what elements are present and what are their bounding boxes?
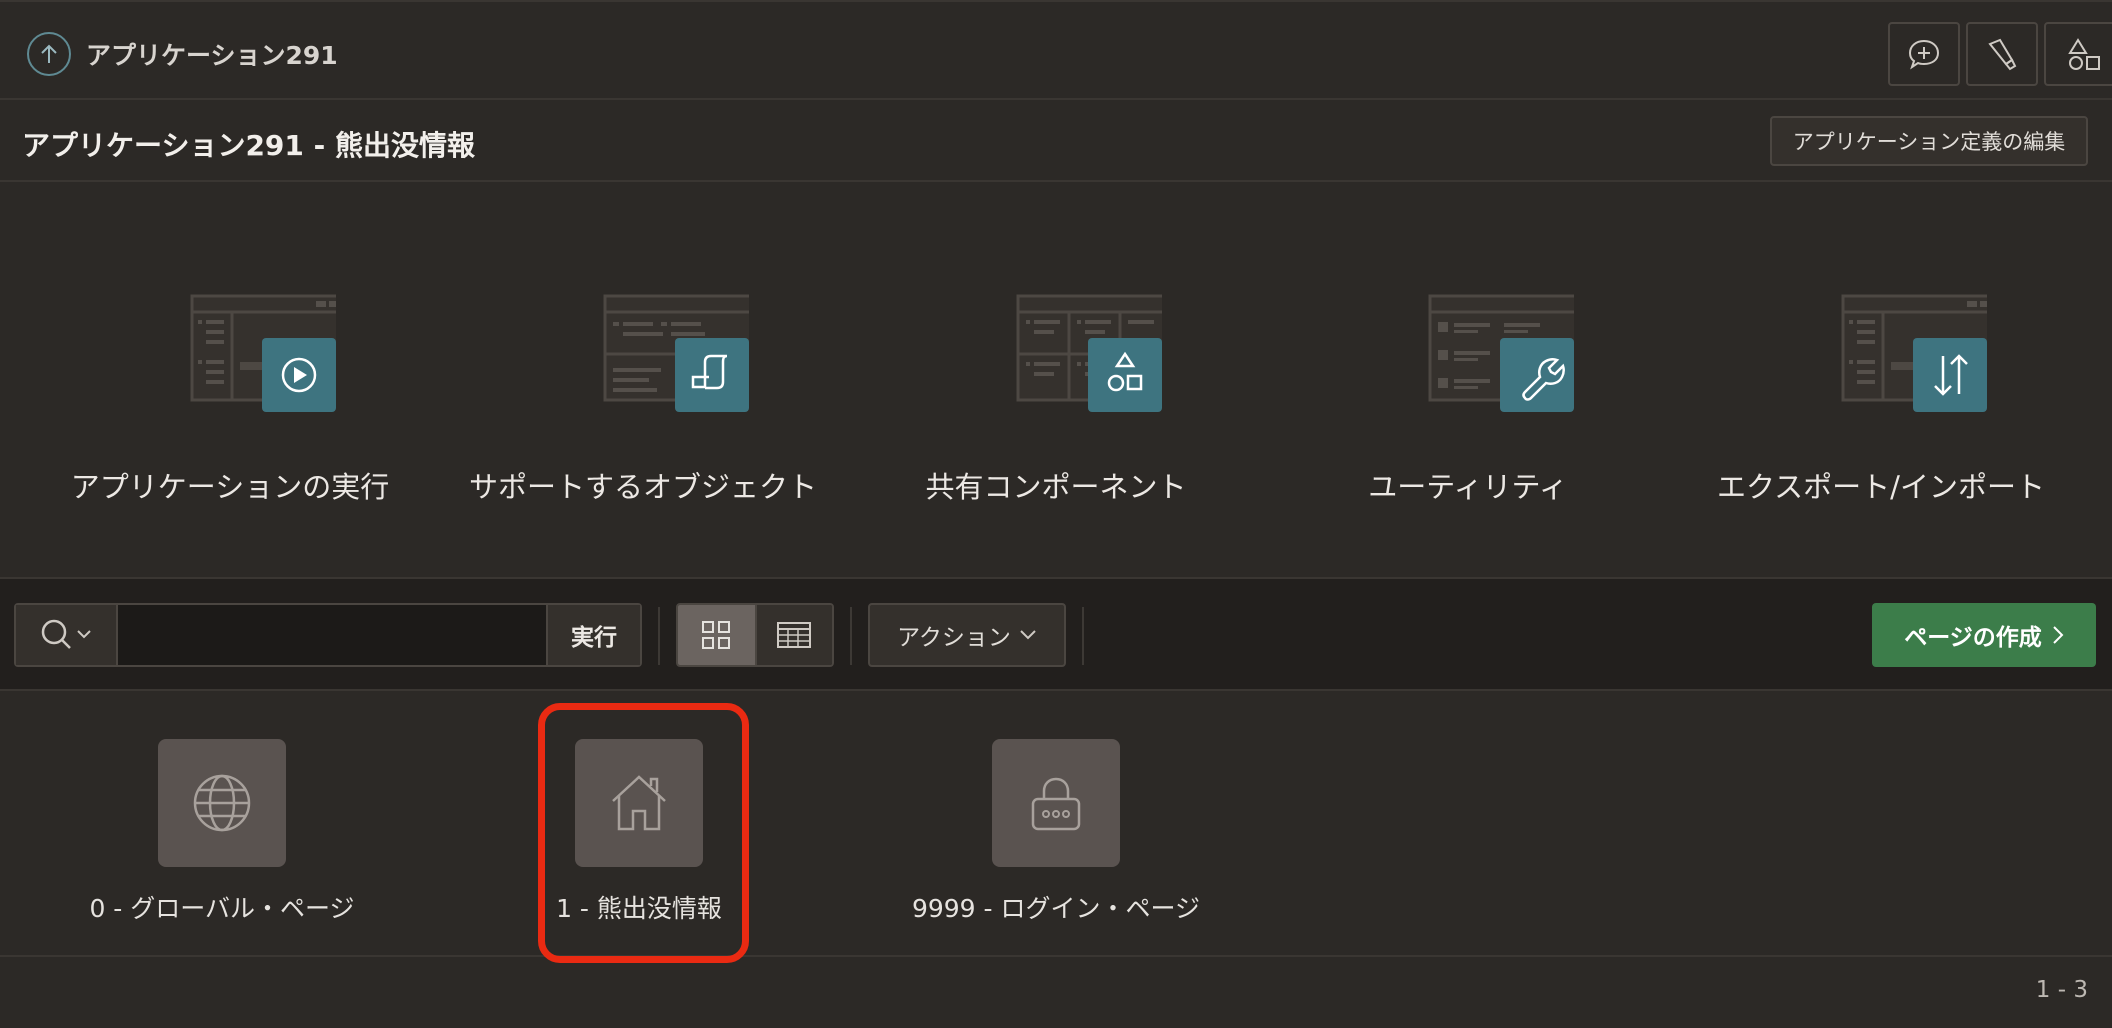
grid-view-icon (702, 621, 731, 649)
page-title: アプリケーション291 - 熊出没情報 (22, 129, 476, 162)
shapes-icon (1088, 338, 1162, 412)
page-icon-box (158, 739, 286, 867)
tile-export-import[interactable]: エクスポート/インポート (1691, 292, 2071, 522)
view-switcher (676, 603, 834, 667)
chevron-down-icon (1020, 630, 1036, 640)
toolbar-divider (1082, 607, 1084, 665)
tile-label: サポートするオブジェクト (468, 470, 817, 504)
search-box: 実行 (14, 603, 642, 667)
chat-plus-icon (1908, 39, 1940, 70)
pages-grid: 0 - グローバル・ページ 1 - 熊出没情報 9999 - ログイン・ページ (0, 691, 2112, 957)
actions-label: アクション (897, 625, 1011, 651)
shapes-icon (2068, 38, 2100, 70)
application-tiles: アプリケーションの実行 サポートするオブジェクト 共有コンポーネント ユーティリ… (0, 182, 2112, 577)
pagination-info: 1 - 3 (2035, 977, 2088, 1003)
navigate-up-button[interactable] (27, 32, 71, 76)
arrow-up-icon (41, 44, 57, 63)
edit-application-definition-button[interactable]: アプリケーション定義の編集 (1770, 116, 2088, 166)
page-label: 9999 - ログイン・ページ (911, 894, 1201, 923)
lock-icon (1031, 777, 1081, 831)
page-card-home[interactable]: 1 - 熊出没情報 (494, 739, 784, 929)
actions-menu-button[interactable]: アクション (868, 603, 1066, 667)
page-toolbar: 実行 アクション ページの作成 (0, 577, 2112, 691)
chevron-right-icon (2053, 626, 2064, 644)
tile-shared-components[interactable]: 共有コンポーネント (866, 292, 1246, 522)
page-label: 1 - 熊出没情報 (556, 894, 722, 923)
table-view-icon (777, 622, 812, 648)
create-page-label: ページの作成 (1904, 625, 2042, 651)
flashlight-icon (1988, 38, 2017, 71)
search-input[interactable] (120, 605, 560, 665)
tile-label: ユーティリティ (1368, 470, 1568, 504)
shared-components-button[interactable] (2044, 22, 2112, 86)
tile-supporting-objects[interactable]: サポートするオブジェクト (453, 292, 833, 522)
page-label: 0 - グローバル・ページ (89, 894, 355, 923)
toolbar-divider (658, 607, 660, 665)
search-icon (41, 619, 91, 649)
wrench-icon (1500, 338, 1574, 412)
page-icon-box (575, 739, 703, 867)
tile-utilities[interactable]: ユーティリティ (1278, 292, 1658, 522)
chat-button[interactable] (1888, 22, 1960, 86)
tile-label: アプリケーションの実行 (70, 470, 390, 504)
page-card-global[interactable]: 0 - グローバル・ページ (77, 739, 367, 929)
home-icon (612, 775, 666, 831)
flashlight-button[interactable] (1966, 22, 2038, 86)
app-breadcrumb-link[interactable]: アプリケーション291 (86, 36, 338, 72)
toolbar-divider (850, 607, 852, 665)
page-header: アプリケーション291 - 熊出没情報 アプリケーション定義の編集 (0, 100, 2112, 182)
top-bar: アプリケーション291 (0, 0, 2112, 100)
tile-label: エクスポート/インポート (1717, 470, 2045, 504)
scroll-icon (675, 338, 749, 412)
search-options-button[interactable] (16, 605, 118, 665)
globe-icon (193, 774, 251, 832)
tile-label: 共有コンポーネント (925, 470, 1187, 504)
go-button[interactable]: 実行 (546, 605, 640, 665)
up-down-arrows-icon (1913, 338, 1987, 412)
tile-run-application[interactable]: アプリケーションの実行 (40, 292, 420, 522)
page-icon-box (992, 739, 1120, 867)
page-card-login[interactable]: 9999 - ログイン・ページ (911, 739, 1201, 929)
icon-view-button[interactable] (678, 605, 755, 665)
report-view-button[interactable] (754, 605, 832, 665)
create-page-button[interactable]: ページの作成 (1872, 603, 2096, 667)
play-icon (262, 338, 336, 412)
